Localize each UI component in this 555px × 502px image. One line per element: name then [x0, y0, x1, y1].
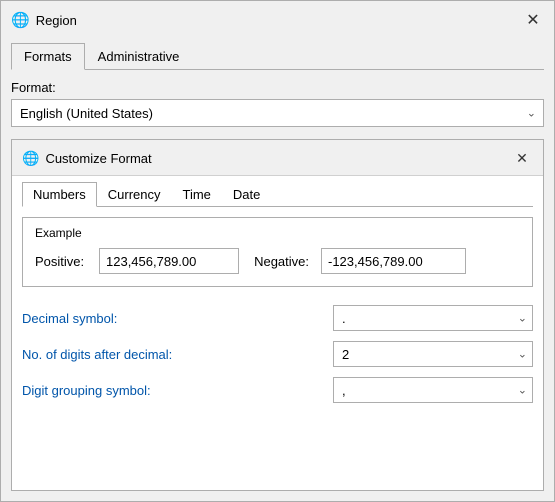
inner-title-bar: 🌐 Customize Format ✕	[12, 140, 543, 176]
outer-window-content: Formats Administrative Format: English (…	[1, 37, 554, 501]
digits-after-decimal-select-wrapper: 0 1 2 3 4 ⌄	[333, 341, 533, 367]
inner-tab-numbers[interactable]: Numbers	[22, 182, 97, 207]
digit-grouping-symbol-select-wrapper: , . None ⌄	[333, 377, 533, 403]
inner-window-icon: 🌐	[22, 150, 39, 167]
inner-tab-date[interactable]: Date	[222, 182, 271, 206]
inner-tab-currency[interactable]: Currency	[97, 182, 172, 206]
settings-area: Decimal symbol: . , ⌄ No. of digits afte…	[22, 305, 533, 403]
tab-administrative[interactable]: Administrative	[85, 43, 193, 69]
inner-title-left: 🌐 Customize Format	[22, 150, 152, 167]
outer-title-left: 🌐 Region	[11, 11, 77, 29]
region-window-icon: 🌐	[11, 11, 30, 29]
negative-label: Negative:	[251, 254, 309, 269]
digits-after-decimal-row: No. of digits after decimal: 0 1 2 3 4 ⌄	[22, 341, 533, 367]
tab-formats[interactable]: Formats	[11, 43, 85, 70]
digits-after-decimal-select[interactable]: 0 1 2 3 4	[333, 341, 533, 367]
format-section: Format: English (United States) ⌄	[11, 80, 544, 127]
positive-label: Positive:	[35, 254, 87, 269]
inner-tabs-bar: Numbers Currency Time Date	[22, 182, 533, 207]
inner-tab-time[interactable]: Time	[172, 182, 222, 206]
decimal-symbol-select[interactable]: . ,	[333, 305, 533, 331]
outer-close-button[interactable]: ✕	[522, 9, 544, 31]
digit-grouping-symbol-select[interactable]: , . None	[333, 377, 533, 403]
format-select-wrapper: English (United States) ⌄	[11, 99, 544, 127]
digit-grouping-symbol-row: Digit grouping symbol: , . None ⌄	[22, 377, 533, 403]
decimal-symbol-row: Decimal symbol: . , ⌄	[22, 305, 533, 331]
example-group: Example Positive: Negative:	[22, 217, 533, 287]
digits-after-decimal-label: No. of digits after decimal:	[22, 347, 333, 362]
outer-window-title: Region	[36, 13, 77, 28]
region-window: 🌐 Region ✕ Formats Administrative Format…	[0, 0, 555, 502]
outer-title-bar: 🌐 Region ✕	[1, 1, 554, 37]
example-row: Positive: Negative:	[35, 248, 520, 274]
inner-window-title: Customize Format	[45, 151, 151, 166]
format-label: Format:	[11, 80, 544, 95]
format-select[interactable]: English (United States)	[11, 99, 544, 127]
decimal-symbol-select-wrapper: . , ⌄	[333, 305, 533, 331]
negative-value-input[interactable]	[321, 248, 466, 274]
inner-content: Numbers Currency Time Date Example Posit…	[12, 176, 543, 490]
customize-format-window: 🌐 Customize Format ✕ Numbers Currency Ti…	[11, 139, 544, 491]
digit-grouping-symbol-label: Digit grouping symbol:	[22, 383, 333, 398]
example-group-legend: Example	[35, 226, 520, 240]
decimal-symbol-label: Decimal symbol:	[22, 311, 333, 326]
positive-value-input[interactable]	[99, 248, 239, 274]
outer-tabs-bar: Formats Administrative	[11, 43, 544, 70]
inner-close-button[interactable]: ✕	[511, 147, 533, 169]
